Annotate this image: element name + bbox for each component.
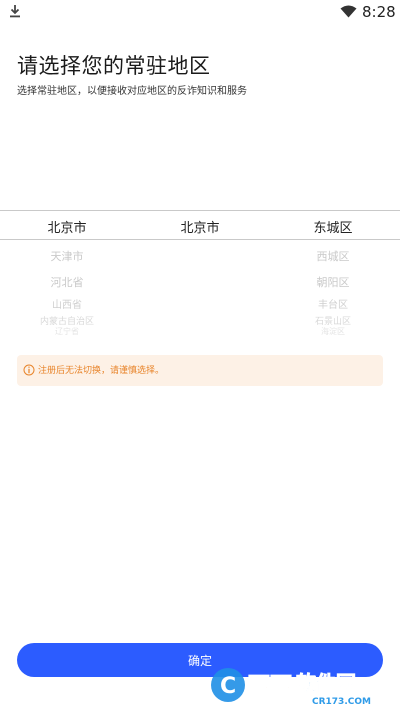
city-selected[interactable]: 北京市 xyxy=(133,217,267,236)
svg-text:软件园: 软件园 xyxy=(296,671,356,695)
district-option[interactable]: 海淀区 xyxy=(266,326,400,335)
province-option[interactable]: 辽宁省 xyxy=(0,326,134,335)
region-picker[interactable]: 北京市 天津市 河北省 山西省 内蒙古自治区 辽宁省 北京市 东城区 西城区 朝… xyxy=(0,210,400,335)
district-option[interactable]: 西城区 xyxy=(266,248,400,264)
district-option[interactable]: 朝阳区 xyxy=(266,274,400,290)
svg-text:西西: 西西 xyxy=(248,674,292,699)
district-selected[interactable]: 东城区 xyxy=(266,217,400,236)
district-option[interactable]: 丰台区 xyxy=(266,296,400,311)
page-subtitle: 选择常驻地区，以便接收对应地区的反诈知识和服务 xyxy=(17,86,247,97)
warning-notice: 注册后无法切换，请谨慎选择。 xyxy=(17,355,383,386)
province-option[interactable]: 河北省 xyxy=(0,274,134,290)
svg-text:C: C xyxy=(220,674,236,699)
picker-selection-top-line xyxy=(0,210,400,211)
info-icon xyxy=(23,364,35,376)
status-time: 8:28 xyxy=(362,3,396,21)
site-watermark-logo: C 西西 软件园 CR173.COM xyxy=(211,668,371,707)
notice-text: 注册后无法切换，请谨慎选择。 xyxy=(38,366,165,376)
page-title: 请选择您的常驻地区 xyxy=(17,54,211,78)
province-selected[interactable]: 北京市 xyxy=(0,217,134,236)
svg-text:CR173.COM: CR173.COM xyxy=(312,697,371,707)
wifi-icon xyxy=(340,5,357,18)
download-icon xyxy=(10,5,20,18)
province-option[interactable]: 天津市 xyxy=(0,248,134,264)
status-bar: 8:28 xyxy=(0,0,400,26)
province-option[interactable]: 山西省 xyxy=(0,296,134,311)
picker-selection-bottom-line xyxy=(0,239,400,240)
